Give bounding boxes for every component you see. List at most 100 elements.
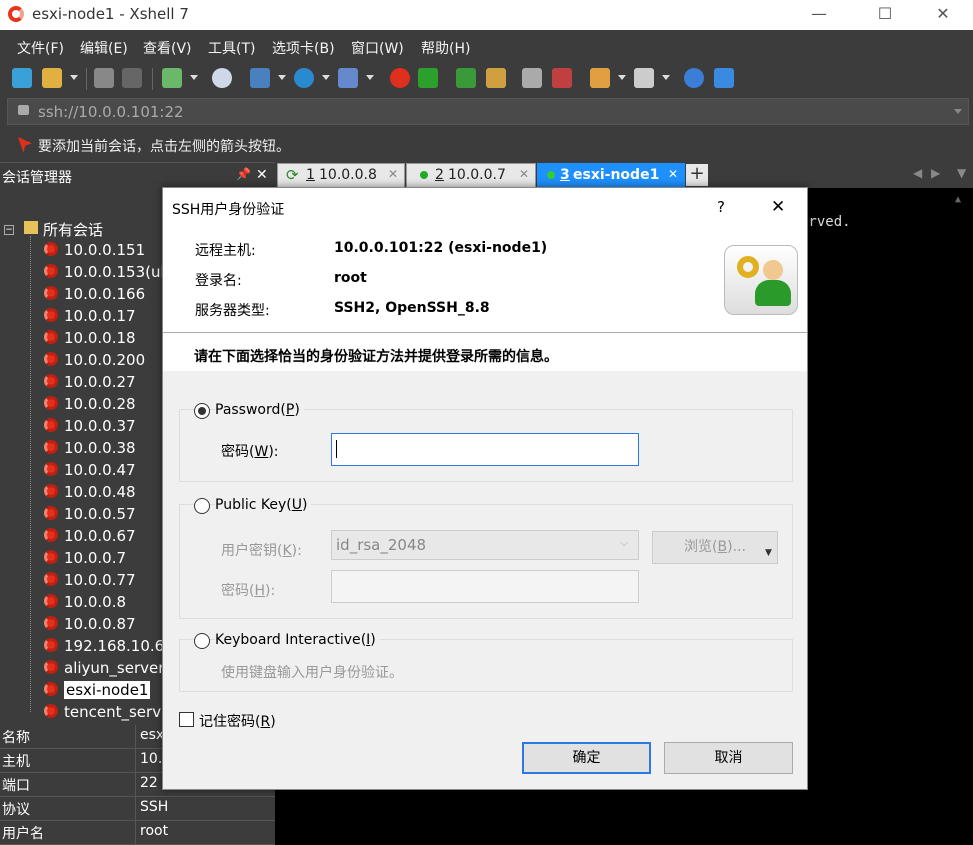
scroll-right-icon[interactable]: ▶ bbox=[931, 166, 940, 180]
reconnect-icon[interactable] bbox=[122, 68, 142, 88]
new-tab-icon[interactable] bbox=[162, 68, 182, 88]
highlight-icon[interactable] bbox=[552, 68, 572, 88]
chevron-down-icon[interactable] bbox=[662, 75, 670, 80]
password-radio[interactable] bbox=[194, 403, 210, 419]
user-key-select[interactable]: id_rsa_2048 ⌵ bbox=[331, 530, 639, 560]
address-input[interactable]: ssh://10.0.0.101:22 bbox=[38, 103, 184, 121]
chevron-down-icon[interactable] bbox=[190, 75, 198, 80]
address-bar[interactable]: ssh://10.0.0.101:22 bbox=[7, 98, 969, 125]
globe-icon[interactable] bbox=[294, 68, 314, 88]
chevron-down-icon[interactable] bbox=[618, 75, 626, 80]
new-session-icon[interactable] bbox=[12, 68, 32, 88]
dialog-close-button[interactable]: ✕ bbox=[771, 197, 785, 217]
session-item[interactable]: 10.0.0.67 bbox=[44, 527, 136, 549]
remember-password-label[interactable]: 记住密码(R) bbox=[199, 711, 276, 731]
session-item[interactable]: 10.0.0.166 bbox=[44, 285, 145, 307]
collapse-icon[interactable]: − bbox=[4, 225, 14, 235]
menu-file[interactable]: 文件(F) bbox=[17, 38, 64, 58]
keyboard-interactive-desc: 使用键盘输入用户身份验证。 bbox=[221, 665, 403, 681]
session-item[interactable]: 10.0.0.57 bbox=[44, 505, 136, 527]
close-icon[interactable]: ✕ bbox=[256, 167, 268, 183]
pin-icon[interactable]: 📌 bbox=[236, 167, 251, 181]
font-icon[interactable] bbox=[338, 68, 358, 88]
public-key-option-label[interactable]: Public Key(U) bbox=[215, 497, 312, 513]
tree-root-label[interactable]: 所有会话 bbox=[43, 219, 103, 240]
arrow-icon[interactable] bbox=[18, 137, 32, 153]
session-item[interactable]: 10.0.0.8 bbox=[44, 593, 126, 615]
close-button[interactable]: ✕ bbox=[920, 0, 966, 30]
open-folder-icon[interactable] bbox=[42, 68, 62, 88]
session-item[interactable]: 10.0.0.151 bbox=[44, 241, 145, 263]
session-item[interactable]: 10.0.0.87 bbox=[44, 615, 136, 637]
session-item[interactable]: 10.0.0.153(ub bbox=[44, 263, 170, 285]
minimize-button[interactable]: — bbox=[796, 0, 842, 30]
session-item[interactable]: 10.0.0.28 bbox=[44, 395, 136, 417]
session-item-label: 10.0.0.153(ub bbox=[64, 263, 170, 281]
tab-3[interactable]: 3 esxi-node1 ✕ bbox=[537, 163, 685, 188]
xftp-icon[interactable] bbox=[418, 68, 438, 88]
password-option-label[interactable]: Password(P) bbox=[215, 402, 304, 418]
xshell-icon[interactable] bbox=[390, 68, 410, 88]
session-item[interactable]: 10.0.0.38 bbox=[44, 439, 136, 461]
tab-1[interactable]: ⟳ 1 10.0.0.8 ✕ bbox=[277, 163, 405, 188]
scroll-up-icon[interactable]: ▲ bbox=[955, 194, 961, 205]
menu-tools[interactable]: 工具(T) bbox=[208, 38, 255, 58]
search-icon[interactable] bbox=[212, 68, 232, 88]
properties-icon[interactable] bbox=[250, 68, 270, 88]
keyboard-interactive-option-label[interactable]: Keyboard Interactive(I) bbox=[215, 632, 380, 648]
password-input[interactable] bbox=[331, 433, 639, 466]
access-key: K bbox=[282, 543, 292, 559]
help-button[interactable]: ? bbox=[717, 198, 725, 216]
property-key: 名称 bbox=[2, 730, 30, 746]
layout-icon[interactable] bbox=[634, 68, 654, 88]
chevron-down-icon[interactable] bbox=[954, 109, 962, 114]
property-value: 10. bbox=[140, 751, 163, 767]
session-item-label: 10.0.0.151 bbox=[64, 241, 146, 259]
close-icon[interactable]: ✕ bbox=[519, 167, 529, 181]
menu-view[interactable]: 查看(V) bbox=[143, 38, 192, 58]
instruction-text: 请在下面选择恰当的身份验证方法并提供登录所需的信息。 bbox=[194, 349, 558, 365]
browse-button[interactable]: 浏览(B)... ▼ bbox=[652, 531, 778, 564]
session-item[interactable]: 10.0.0.18 bbox=[44, 329, 136, 351]
chevron-down-icon[interactable] bbox=[322, 75, 330, 80]
chevron-down-icon[interactable]: ▼ bbox=[957, 166, 966, 180]
public-key-radio[interactable] bbox=[194, 498, 210, 514]
session-item[interactable]: 10.0.0.48 bbox=[44, 483, 136, 505]
lock-icon[interactable] bbox=[486, 68, 506, 88]
session-item[interactable]: 10.0.0.77 bbox=[44, 571, 136, 593]
session-item[interactable]: 10.0.0.17 bbox=[44, 307, 136, 329]
menu-tabs[interactable]: 选项卡(B) bbox=[272, 38, 335, 58]
cancel-button[interactable]: 取消 bbox=[664, 742, 793, 774]
close-icon[interactable]: ✕ bbox=[388, 167, 398, 181]
session-item[interactable]: 10.0.0.200 bbox=[44, 351, 145, 373]
chevron-down-icon[interactable] bbox=[278, 75, 286, 80]
close-icon[interactable]: ✕ bbox=[668, 167, 678, 181]
session-item[interactable]: tencent_serve bbox=[44, 703, 170, 725]
remember-password-checkbox[interactable] bbox=[179, 712, 194, 727]
ok-button[interactable]: 确定 bbox=[522, 742, 651, 774]
add-tab-button[interactable]: + bbox=[686, 164, 708, 186]
session-item[interactable]: 192.168.10.6 bbox=[44, 637, 164, 659]
session-item[interactable]: aliyun_server bbox=[44, 659, 164, 681]
keyboard-interactive-radio[interactable] bbox=[194, 633, 210, 649]
disconnect-icon[interactable] bbox=[94, 68, 114, 88]
chat-icon[interactable] bbox=[714, 68, 734, 88]
compose-icon[interactable] bbox=[590, 68, 610, 88]
chevron-down-icon[interactable] bbox=[366, 75, 374, 80]
session-item[interactable]: 10.0.0.7 bbox=[44, 549, 126, 571]
tab-2[interactable]: 2 10.0.0.7 ✕ bbox=[406, 163, 536, 188]
passphrase-input[interactable] bbox=[331, 570, 639, 603]
menu-help[interactable]: 帮助(H) bbox=[421, 38, 470, 58]
session-item[interactable]: esxi-node1 bbox=[44, 681, 151, 703]
menu-window[interactable]: 窗口(W) bbox=[351, 38, 404, 58]
keyboard-icon[interactable] bbox=[522, 68, 542, 88]
chevron-down-icon[interactable] bbox=[70, 75, 78, 80]
help-icon[interactable] bbox=[684, 68, 704, 88]
maximize-button[interactable]: ☐ bbox=[862, 0, 908, 30]
session-item[interactable]: 10.0.0.27 bbox=[44, 373, 136, 395]
fullscreen-icon[interactable] bbox=[456, 68, 476, 88]
session-item[interactable]: 10.0.0.37 bbox=[44, 417, 136, 439]
session-item[interactable]: 10.0.0.47 bbox=[44, 461, 136, 483]
scroll-left-icon[interactable]: ◀ bbox=[913, 166, 922, 180]
menu-edit[interactable]: 编辑(E) bbox=[80, 38, 128, 58]
